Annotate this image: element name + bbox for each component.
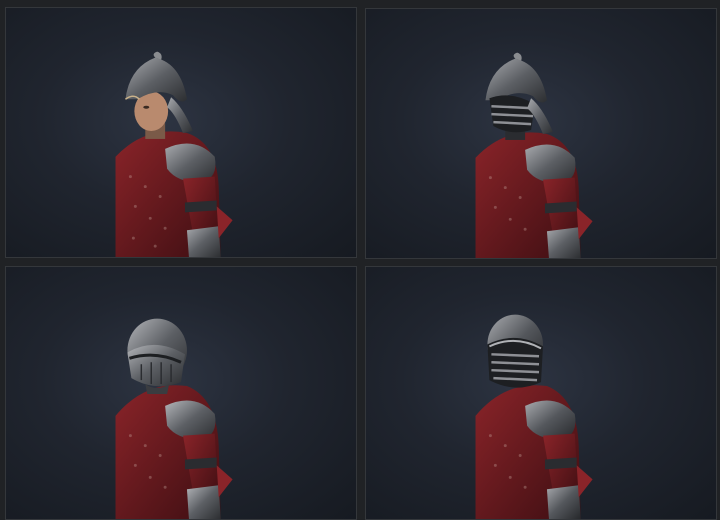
knight-figure <box>115 51 233 257</box>
knight-figure <box>475 314 593 519</box>
knight-figure <box>475 52 593 258</box>
knight-preview-barred-helmet[interactable] <box>365 8 717 259</box>
knight-preview-visor-helmet[interactable] <box>365 266 717 520</box>
knight-preview-grid <box>0 0 720 520</box>
knight-preview-closed-helmet[interactable] <box>5 266 357 520</box>
knight-figure <box>115 318 233 519</box>
knight-preview-open-helmet[interactable] <box>5 7 357 258</box>
